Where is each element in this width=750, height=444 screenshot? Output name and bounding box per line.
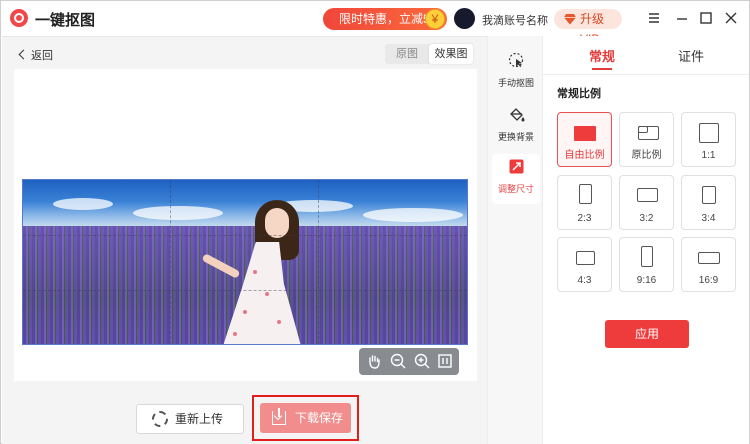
ratio-2-3[interactable]: 2:3 (557, 175, 612, 230)
ratio-label: 原比例 (631, 150, 662, 161)
view-original-tab[interactable]: 原图 (385, 44, 429, 64)
maximize-icon[interactable] (698, 10, 714, 26)
resize-icon (509, 159, 524, 174)
ratio-label: 9:16 (636, 275, 657, 286)
ratio-label: 1:1 (701, 150, 716, 161)
crop-guide-line (23, 235, 467, 236)
zoom-out-icon[interactable] (389, 352, 407, 370)
cloud (53, 198, 113, 210)
fit-icon[interactable] (436, 352, 454, 370)
promo-banner[interactable]: 限时特惠，立减50元 ¥ (323, 8, 447, 48)
view-toggle: 原图 效果图 (385, 44, 473, 64)
ratio-free-icon (574, 126, 596, 141)
ratio-label: 3:4 (701, 213, 716, 224)
ratio-original-inner-icon (638, 126, 648, 133)
menu-icon[interactable] (646, 10, 662, 26)
ratio-3-2[interactable]: 3:2 (619, 175, 674, 230)
cursor-icon (508, 52, 524, 68)
ratio-3-4-icon (702, 186, 716, 204)
ratio-free[interactable]: 自由比例 (557, 112, 612, 167)
close-icon[interactable] (723, 10, 739, 26)
app-window: 一键抠图 限时特惠，立减50元 ¥ 我滴账号名称 升级VIP 返 (0, 0, 750, 444)
face (265, 208, 289, 238)
tool-resize[interactable]: 调整尺寸 (492, 154, 540, 204)
download-icon (272, 408, 286, 425)
avatar[interactable] (454, 8, 475, 29)
apply-button[interactable]: 应用 (605, 320, 689, 348)
subject-person (193, 200, 303, 344)
tool-change-background[interactable]: 更换背景 (492, 102, 540, 152)
crop-guide-line (318, 180, 319, 344)
dress-pattern (243, 310, 247, 314)
dress-pattern (253, 270, 257, 274)
resize-panel: 常规 证件 常规比例 自由比例 原比例 1:1 2:3 3:2 3:4 4:3 … (543, 36, 749, 444)
ratio-1-1[interactable]: 1:1 (681, 112, 736, 167)
tool-label: 调整尺寸 (497, 184, 534, 194)
ratio-9-16-icon (641, 246, 653, 267)
chevron-left-icon (18, 49, 29, 60)
dress-pattern (265, 292, 269, 296)
tab-regular[interactable]: 常规 (572, 46, 632, 65)
paint-bucket-icon (510, 108, 525, 122)
upgrade-vip-button[interactable]: 升级VIP (554, 9, 622, 46)
ratio-label: 4:3 (577, 275, 592, 286)
tool-manual-cutout[interactable]: 手动抠图 (492, 48, 540, 98)
minimize-icon[interactable] (674, 10, 690, 26)
tool-label: 手动抠图 (497, 78, 534, 88)
result-image[interactable] (22, 179, 468, 345)
ratio-label: 自由比例 (564, 150, 605, 161)
tab-id-photo[interactable]: 证件 (661, 46, 721, 65)
ratio-9-16[interactable]: 9:16 (619, 237, 674, 292)
download-label: 下载保存 (295, 411, 344, 425)
zoom-toolbar (359, 348, 459, 375)
coin-icon: ¥ (425, 9, 445, 29)
dress-pattern (233, 332, 237, 336)
tool-label: 更换背景 (497, 132, 534, 142)
ratio-label: 2:3 (577, 213, 592, 224)
ratio-label: 16:9 (698, 275, 719, 286)
refresh-icon (152, 411, 168, 427)
dress-pattern (277, 320, 281, 324)
back-button[interactable]: 返回 (18, 47, 53, 63)
zoom-in-icon[interactable] (413, 352, 431, 370)
canvas-panel: 返回 原图 效果图 重新上传 下载保存 (2, 36, 487, 444)
view-result-tab[interactable]: 效果图 (429, 44, 473, 64)
crop-guide-line (170, 180, 171, 344)
reupload-button[interactable]: 重新上传 (136, 404, 244, 434)
reupload-label: 重新上传 (175, 412, 224, 426)
arm (201, 253, 241, 279)
ratio-16-9[interactable]: 16:9 (681, 237, 736, 292)
ratio-1-1-icon (699, 123, 719, 143)
tabs-divider (543, 74, 749, 75)
diamond-icon (564, 14, 576, 25)
ratio-16-9-icon (698, 252, 720, 264)
username[interactable]: 我滴账号名称 (482, 12, 548, 28)
image-preview-area (14, 69, 477, 381)
cloud (363, 208, 463, 222)
ratio-label: 3:2 (639, 213, 654, 224)
ratio-original[interactable]: 原比例 (619, 112, 674, 167)
hand-icon[interactable] (365, 352, 383, 370)
ratio-4-3-icon (576, 251, 595, 265)
title-bar: 一键抠图 限时特惠，立减50元 ¥ 我滴账号名称 升级VIP (1, 1, 749, 48)
crop-guide-line (23, 290, 467, 291)
ratio-2-3-icon (579, 184, 592, 204)
app-name: 一键抠图 (35, 12, 96, 29)
back-label: 返回 (31, 50, 53, 62)
section-title: 常规比例 (557, 88, 601, 100)
download-button[interactable]: 下载保存 (260, 403, 351, 433)
ratio-3-4[interactable]: 3:4 (681, 175, 736, 230)
download-highlight-frame: 下载保存 (252, 395, 359, 441)
app-logo-icon (10, 9, 28, 27)
ratio-3-2-icon (637, 188, 658, 202)
ratio-4-3[interactable]: 4:3 (557, 237, 612, 292)
tool-sidebar: 手动抠图 更换背景 调整尺寸 (487, 36, 543, 444)
tab-underline (592, 68, 612, 70)
